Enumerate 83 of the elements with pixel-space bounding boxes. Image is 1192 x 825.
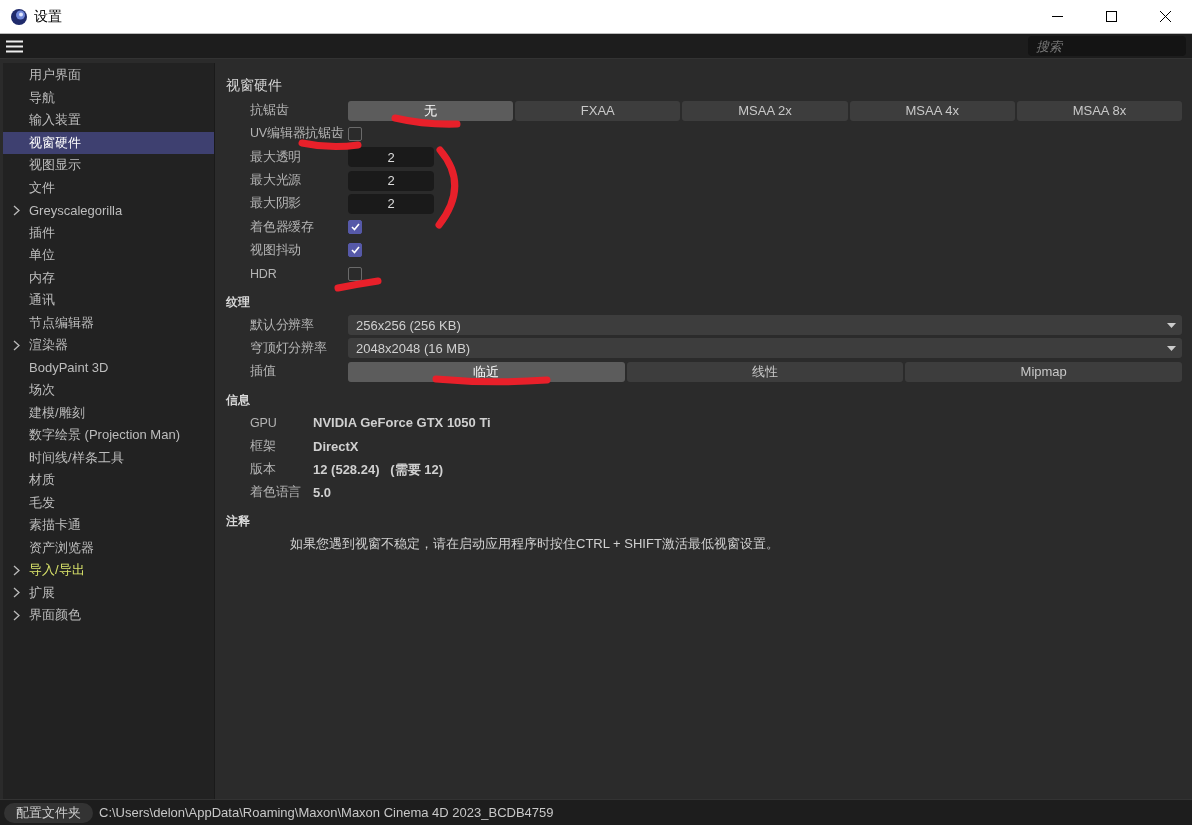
- section-title: 纹理: [226, 293, 251, 311]
- number-field[interactable]: 2: [348, 147, 434, 168]
- sidebar-item[interactable]: 视窗硬件: [3, 131, 214, 154]
- annotation-stroke: [334, 277, 382, 292]
- segment-option[interactable]: MSAA 4x: [849, 100, 1015, 121]
- chevron-right-icon: [13, 564, 20, 576]
- chevron-right-icon: [13, 587, 20, 599]
- setting-label: 最大透明: [250, 148, 302, 166]
- setting-label: 最大光源: [250, 172, 302, 190]
- setting-label: 默认分辨率: [250, 316, 314, 334]
- setting-label: 抗锯齿: [250, 102, 289, 120]
- setting-label: UV编辑器抗锯齿: [250, 125, 344, 143]
- caret-down-icon: [1167, 345, 1176, 351]
- segment-option[interactable]: MSAA 2x: [682, 100, 848, 121]
- sidebar-item[interactable]: 文件: [3, 176, 214, 199]
- close-icon: [1159, 11, 1171, 22]
- sidebar-item[interactable]: 资产浏览器: [3, 536, 214, 559]
- sidebar-item[interactable]: 数字绘景 (Projection Man): [3, 424, 214, 447]
- annotation-stroke: [298, 139, 362, 151]
- config-folder-button[interactable]: 配置文件夹: [4, 802, 93, 823]
- sidebar-item[interactable]: 内存: [3, 266, 214, 289]
- app-logo-icon: [10, 7, 28, 26]
- segment-option[interactable]: Mipmap: [905, 361, 1182, 382]
- sidebar-item[interactable]: 视图显示: [3, 154, 214, 177]
- sidebar-item[interactable]: 建模/雕刻: [3, 401, 214, 424]
- chevron-right-icon: [13, 339, 20, 351]
- chevron-right-icon: [13, 204, 20, 216]
- segment-option[interactable]: MSAA 8x: [1016, 100, 1182, 121]
- checkbox[interactable]: [348, 243, 362, 258]
- checkbox[interactable]: [348, 266, 362, 281]
- dropdown[interactable]: 256x256 (256 KB): [348, 315, 1182, 335]
- checkbox[interactable]: [348, 126, 362, 141]
- chevron-right-icon: [13, 609, 20, 621]
- sidebar-item[interactable]: 插件: [3, 221, 214, 244]
- section-title: 注释: [226, 512, 251, 530]
- sidebar-item[interactable]: 节点编辑器: [3, 311, 214, 334]
- sidebar-item[interactable]: 渲染器: [3, 334, 214, 357]
- sidebar-item[interactable]: 通讯: [3, 289, 214, 312]
- sidebar-item[interactable]: 用户界面: [3, 64, 214, 87]
- note-text: 如果您遇到视窗不稳定，请在启动应用程序时按住CTRL + SHIFT激活最低视窗设置。: [289, 535, 779, 554]
- info-label: GPU: [250, 415, 277, 430]
- menu-icon[interactable]: [6, 39, 23, 53]
- sidebar-item[interactable]: BodyPaint 3D: [3, 356, 214, 379]
- sidebar-item[interactable]: 场次: [3, 379, 214, 402]
- info-label: 版本: [250, 461, 276, 478]
- section-title: 信息: [226, 391, 251, 409]
- number-field[interactable]: 2: [348, 193, 434, 214]
- checkbox[interactable]: [348, 220, 362, 235]
- sidebar-item[interactable]: 输入装置: [3, 109, 214, 132]
- setting-label: 着色器缓存: [250, 218, 314, 236]
- setting-label: 最大阴影: [250, 195, 302, 213]
- sidebar-item[interactable]: 导入/导出: [3, 559, 214, 582]
- info-value: NVIDIA GeForce GTX 1050 Ti: [313, 415, 491, 431]
- sidebar-item[interactable]: 导航: [3, 86, 214, 109]
- sidebar-item[interactable]: 时间线/样条工具: [3, 446, 214, 469]
- segment-option[interactable]: FXAA: [515, 100, 681, 121]
- sidebar-item[interactable]: 材质: [3, 469, 214, 492]
- sidebar-item[interactable]: 界面颜色: [3, 604, 214, 627]
- info-value: 12 (528.24) (需要 12): [313, 460, 444, 479]
- segment-option[interactable]: 线性: [626, 361, 904, 382]
- setting-label: 插值: [250, 363, 276, 381]
- segment-option[interactable]: 临近: [348, 361, 625, 382]
- dropdown[interactable]: 2048x2048 (16 MB): [348, 338, 1182, 359]
- search-field[interactable]: 搜索: [1028, 36, 1186, 56]
- info-label: 着色语言: [250, 484, 302, 502]
- maximize-icon: [1105, 11, 1117, 22]
- info-label: 框架: [250, 437, 276, 455]
- sidebar-item[interactable]: 单位: [3, 244, 214, 267]
- segment-option[interactable]: 无: [348, 100, 514, 121]
- folder-path: C:\Users\delon\AppData\Roaming\Maxon\Maxon Cinema 4D 2023_BCDB4759: [99, 805, 554, 820]
- setting-label: HDR: [250, 266, 277, 281]
- sidebar-item[interactable]: 毛发: [3, 491, 214, 514]
- sidebar-item[interactable]: 素描卡通: [3, 514, 214, 537]
- caret-down-icon: [1167, 322, 1176, 328]
- sidebar-item[interactable]: 扩展: [3, 581, 214, 604]
- number-field[interactable]: 2: [348, 170, 434, 191]
- sidebar-item[interactable]: Greyscalegorilla: [3, 199, 214, 222]
- setting-label: 穹顶灯分辨率: [250, 339, 327, 357]
- section-title: 视窗硬件: [226, 77, 283, 95]
- setting-label: 视图抖动: [250, 241, 302, 259]
- window-title: 设置: [34, 7, 63, 26]
- info-value: DirectX: [313, 438, 359, 454]
- info-value: 5.0: [313, 485, 332, 501]
